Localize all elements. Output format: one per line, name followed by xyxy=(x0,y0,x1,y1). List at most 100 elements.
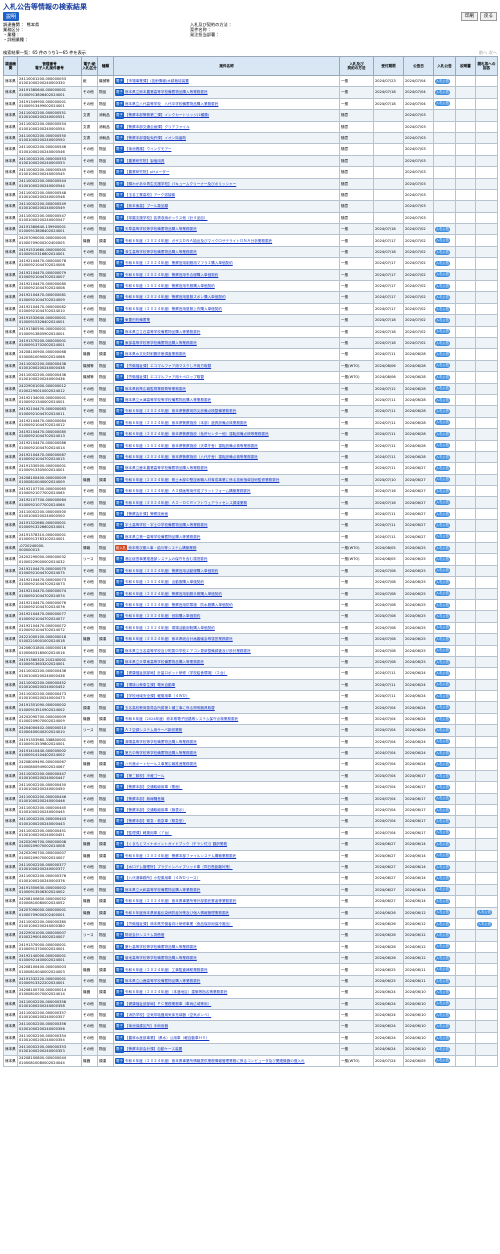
case-name-link[interactable]: 【環境公衆衛生課】電気自動車 xyxy=(124,683,175,687)
case-name-link[interactable]: 菊池高等学校等学校備蓄物品購入等業務委託 xyxy=(124,956,197,960)
case-name-link[interactable]: 【健康福祉部部局】ＰＣ業務業務車（車両広域等用） xyxy=(124,1002,211,1006)
case-name-link[interactable]: 令和６年度（２０２４年度）警察官用冬服購入単価契約 xyxy=(124,284,215,288)
case-name-link[interactable]: 令和６年度（2024年度）熊本県電子回路等システム保守点検業務委託 xyxy=(124,717,238,721)
case-name-link[interactable]: 令和６年度（２０２４年度）熊本県事業所等外部委託業者等業務委託 xyxy=(124,899,236,903)
notice-pdf-button[interactable]: 入札公告 xyxy=(435,78,450,84)
case-name-link[interactable]: 【監理課】軽乗用車（７台） xyxy=(124,831,172,835)
case-name-link[interactable]: 令和６年度（２０２４年度）工事監査補助業務委託 xyxy=(124,968,208,972)
case-name-link[interactable]: 熊本県水文化財耐震診断調査業務委託 xyxy=(124,352,186,356)
notice-pdf-button[interactable]: 入札公告 xyxy=(435,488,450,494)
notice-pdf-button[interactable]: 入札公告 xyxy=(435,853,450,859)
notice-pdf-button[interactable]: 入札公告 xyxy=(435,614,450,620)
case-name-link[interactable]: 令和６年度（２０２４年度）熊本県事業所情報提供業務情報管理業務に係るコンピュータ… xyxy=(124,1059,305,1063)
notice-pdf-button[interactable]: 入札公告 xyxy=(435,101,450,107)
case-name-link[interactable]: 令和６年度（２０２４年度）ＡＩ録画等用作成プラットフォーム構築業務委託 xyxy=(124,489,251,493)
notice-pdf-button[interactable]: 入札公告 xyxy=(435,705,450,711)
case-name-link[interactable]: 熊本県政策広報監視業務費等業務委託 xyxy=(124,387,186,391)
case-name-link[interactable]: 令和６年度（２０２４年度）熊本県警察用防災設備点検整備業務委託 xyxy=(124,409,236,413)
notice-pdf-button[interactable]: 入札公告 xyxy=(435,819,450,825)
notice-pdf-button[interactable]: 入札公告 xyxy=(435,1001,450,1007)
case-name-link[interactable]: 令和６年度（２０２４年度）県土木部中堅技術職人材育成事業に係る技術指導技術監修業… xyxy=(124,478,280,482)
case-name-link[interactable]: 令和６年度（２０２４年度）（本渡地区）建築等指名積業務委託 xyxy=(124,990,227,994)
case-name-link[interactable]: 天草高等学校等学校備蓄物品購入等業務委託 xyxy=(124,227,197,231)
case-name-link[interactable]: 【菊池保護区所】手術用器 xyxy=(124,1024,168,1028)
case-name-link[interactable]: 【健康福祉部部局】計量ロボット研修（学校給食環境）（２台） xyxy=(124,671,227,675)
notice-pdf-button[interactable]: 入札公告 xyxy=(435,386,450,392)
case-name-link[interactable]: 令和６年度（２０２４年度）熊本県警察施設（免許センター他）運転設備点検等業務委託 xyxy=(124,432,269,436)
notice-pdf-button[interactable]: 入札公告 xyxy=(435,1046,450,1052)
case-name-link[interactable]: 【菊池養護】ウイングモアー xyxy=(124,147,172,151)
notice-pdf-button[interactable]: 入札公告 xyxy=(435,340,450,346)
case-name-link[interactable]: 八代港ポートセールス事業広報推進業務委託 xyxy=(124,762,197,766)
notice-pdf-button[interactable]: 入札公告 xyxy=(435,989,450,995)
case-name-link[interactable]: 東豊田校備蓄業 xyxy=(124,318,150,322)
notice-pdf-button[interactable]: 入札公告 xyxy=(435,932,450,938)
notice-pdf-button[interactable]: 入札公告 xyxy=(435,762,450,768)
notice-pdf-button[interactable]: 入札公告 xyxy=(435,226,450,232)
notice-pdf-button[interactable]: 入札公告 xyxy=(435,579,450,585)
case-name-link[interactable]: 【玉名工業高校】アーク溶接機 xyxy=(124,193,175,197)
notice-pdf-button[interactable]: 入札公告 xyxy=(435,545,450,551)
notice-pdf-button[interactable]: 入札公告 xyxy=(435,1012,450,1018)
case-name-link[interactable]: 熊本県立八代高等学校 八代中学校備蓄物品購入業務委託 xyxy=(124,102,218,106)
notice-pdf-button[interactable]: 入札公告 xyxy=(435,317,450,323)
notice-pdf-button[interactable]: 入札公告 xyxy=(435,841,450,847)
notice-pdf-button[interactable]: 入札公告 xyxy=(435,671,450,676)
case-name-link[interactable]: 令和６年度（２０２４年度）警察官用冬合服購入単価契約 xyxy=(124,273,218,277)
case-name-link[interactable]: 熊本県立第一高等学校備蓄物品購入等業務委託 xyxy=(124,535,200,539)
case-name-link[interactable]: 【警察本部】緊急・救急車（緊急型） xyxy=(124,819,186,823)
case-name-link[interactable]: 【水口デム管理所】プラグインハイブリッド車（同日長距離対策） xyxy=(124,865,233,869)
case-name-link[interactable]: 済陽高等学校等学校備蓄物品購入等業務委託 xyxy=(124,740,197,744)
notice-pdf-button[interactable]: 入札公告 xyxy=(435,784,450,790)
case-name-link[interactable]: 【警察本部】交通取締用車（覆面） xyxy=(124,785,183,789)
case-name-link[interactable]: 【農業研究院】製塩用具 xyxy=(124,159,165,163)
notice-pdf-button[interactable]: 入札公告 xyxy=(435,921,450,927)
notice-pdf-button[interactable]: 入札公告 xyxy=(435,693,450,699)
notice-pdf-button[interactable]: 入札公告 xyxy=(435,750,450,756)
notice-pdf-button[interactable]: 入札公告 xyxy=(435,682,450,688)
notice-pdf-button[interactable]: 入札公告 xyxy=(435,967,450,973)
case-name-link[interactable]: 令和６年度（２０２４年度）熊本県警察施設（天草庁舎）運転設備点検等業務委託 xyxy=(124,444,258,448)
notice-pdf-button[interactable]: 入札公告 xyxy=(435,409,450,415)
case-name-link[interactable]: 【学校地域安全課】軽乗用車（４ＷＤ） xyxy=(124,694,190,698)
notice-pdf-button[interactable]: 入札公告 xyxy=(435,796,450,802)
notice-pdf-button[interactable]: 入札公告 xyxy=(435,944,450,950)
notice-pdf-button[interactable]: 入札公告 xyxy=(435,830,450,836)
case-name-link[interactable]: 【農林水産部事業】（県水）公用車（軽自動車ＨＶ） xyxy=(124,1036,209,1040)
case-name-link[interactable]: 令和６年度（２０２４年度）警察官用夏服ズボン購入単価契約 xyxy=(124,295,226,299)
case-name-link[interactable]: 令和６年度（２０２４年度）警察官用防寒服 防水服購入単価契約 xyxy=(124,603,233,607)
case-name-link[interactable]: 令和６年度（２０２４年度）現場活動用靴購入単価契約 xyxy=(124,626,215,630)
notice-pdf-button[interactable]: 入札公告 xyxy=(435,591,450,597)
case-name-link[interactable]: 【警察会計課】警察技術面 xyxy=(124,512,168,516)
help-button[interactable]: 説明 xyxy=(3,11,20,21)
notice-pdf-button[interactable]: 入札公告 xyxy=(435,739,450,745)
notice-pdf-button[interactable]: 入札公告 xyxy=(435,887,450,893)
case-name-link[interactable]: 【第二藤校】冷蔵ゴール xyxy=(124,774,165,778)
case-name-link[interactable]: 港区経営事業推進部システムの保守を含む運営委託 xyxy=(124,557,208,561)
notice-pdf-button[interactable]: 入札公告 xyxy=(435,272,450,278)
case-name-link[interactable]: 【労働福祉課】エコマルファア用マスクし不用方取替 xyxy=(124,364,211,368)
print-button[interactable]: 印刷 xyxy=(461,12,478,21)
pager[interactable]: 前へ 次へ xyxy=(479,49,497,56)
notice-pdf-button[interactable]: 入札公告 xyxy=(435,557,450,563)
notice-pdf-button[interactable]: 入札公告 xyxy=(435,522,450,528)
case-name-link[interactable]: 令和６年度（２０２４年度）ＡＩ－ＯＣＲソフトウェアライセンス調達業務 xyxy=(124,501,247,505)
notice-pdf-button[interactable]: 入札公告 xyxy=(435,876,450,882)
case-name-link[interactable]: 令和６年度（２０２４年度）警察官用活動服購入単価契約 xyxy=(124,569,218,573)
notice-pdf-button[interactable]: 入札公告 xyxy=(435,978,450,984)
notice-pdf-button[interactable]: 入札公告 xyxy=(435,397,450,403)
case-name-link[interactable]: 熊本県立山鹿高等学校備蓄物品購入等業務委託 xyxy=(124,979,200,983)
notice-pdf-button[interactable]: 入札公告 xyxy=(435,602,450,608)
case-name-link[interactable]: 【警察本部会計課】自動ケース装置 xyxy=(124,1047,182,1051)
notice-pdf-button[interactable]: 入札公告 xyxy=(435,363,450,369)
case-name-link[interactable]: 【熊本東高】プール薬品類 xyxy=(124,204,168,208)
notice-pdf-button[interactable]: 入札公告 xyxy=(435,910,450,916)
notice-pdf-button[interactable]: 入札公告 xyxy=(435,443,450,449)
notice-pdf-button[interactable]: 入札公告 xyxy=(435,90,450,96)
case-name-link[interactable]: 【警察本部】無線騒音機 xyxy=(124,797,165,801)
case-name-link[interactable]: 令和６年度（２０２４年度）警察本部ファイルシステム構築業務委託 xyxy=(124,854,236,858)
case-name-link[interactable]: 熊本県立玉名高等学校及び附属中学校エアコン更新整備調査及び設計業務委託 xyxy=(124,649,251,653)
case-name-link[interactable]: 【労働福祉課】エコマルファア用ナペロップ取替 xyxy=(124,375,204,379)
case-name-link[interactable]: 第五中等学校等学校備蓄物品購入等業務委託 xyxy=(124,751,197,755)
notice-pdf-button[interactable]: 入札公告 xyxy=(435,1058,450,1064)
